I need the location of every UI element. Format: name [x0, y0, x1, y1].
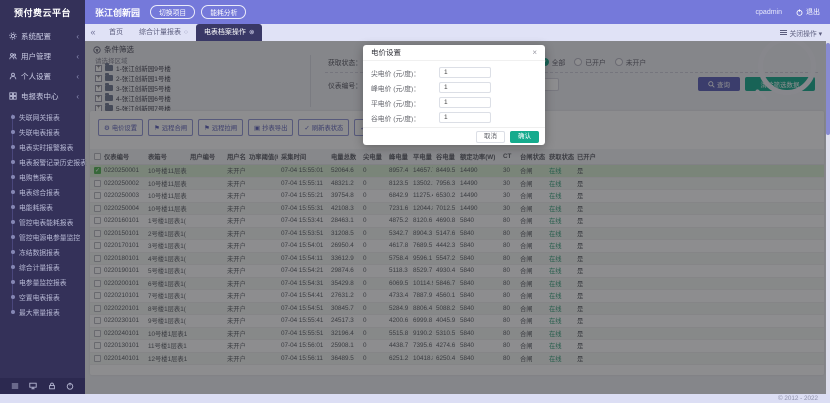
tab-label: 电表档案操作 — [204, 29, 246, 36]
tab-label: 首页 — [109, 29, 123, 36]
tab-state-icon[interactable]: ○ — [184, 29, 188, 36]
sidebar-item-空置电表报表[interactable]: 空置电表报表 — [0, 289, 85, 304]
scrollbar[interactable] — [826, 41, 830, 394]
sidebar-group-label: 电报表中心 — [21, 91, 76, 102]
tabs-scroll-left[interactable]: « — [85, 24, 101, 41]
sidebar-item-电购售报表[interactable]: 电购售报表 — [0, 169, 85, 184]
price-input-尖电价[interactable] — [439, 67, 491, 78]
close-operations-dropdown[interactable]: 关闭操作 ▾ — [780, 24, 830, 41]
sidebar-item-管控电源电参量监控[interactable]: 管控电源电参量监控 — [0, 229, 85, 244]
users-icon — [9, 52, 17, 60]
confirm-button[interactable]: 确认 — [510, 131, 539, 143]
price-input-谷电价[interactable] — [439, 112, 491, 123]
price-field-row: 尖电价 (元/度)： — [371, 65, 537, 80]
tab-综合计量报表[interactable]: 综合计量报表○ — [131, 24, 196, 41]
page-footer: © 2012 - 2022 — [0, 394, 830, 403]
power-icon — [796, 9, 803, 16]
top-header: 张江创新园 切换项目 能耗分析 cpadmin 退出 — [85, 0, 830, 24]
sidebar-item-电能耗报表[interactable]: 电能耗报表 — [0, 199, 85, 214]
sidebar-group-系统配置[interactable]: 系统配置‹ — [0, 26, 85, 46]
app-title: 预付费云平台 — [0, 0, 85, 26]
switch-project-button[interactable]: 切换项目 — [150, 5, 195, 19]
dialog-title: 电价设置 — [371, 47, 532, 58]
sidebar-group-label: 个人设置 — [21, 71, 76, 82]
sidebar: 预付费云平台 系统配置‹用户管理‹个人设置‹电报表中心‹ 失联网关报表失联电表报… — [0, 0, 85, 378]
price-field-label: 峰电价 (元/度)： — [371, 83, 439, 93]
sidebar-group-个人设置[interactable]: 个人设置‹ — [0, 66, 85, 86]
tabs: 首页综合计量报表○电表档案操作⊗ — [101, 24, 262, 41]
sidebar-group-label: 用户管理 — [21, 51, 76, 62]
price-field-row: 峰电价 (元/度)： — [371, 80, 537, 95]
power-icon[interactable] — [66, 382, 74, 390]
menu-icon[interactable] — [11, 382, 19, 390]
price-field-label: 谷电价 (元/度)： — [371, 113, 439, 123]
menu-icon — [11, 382, 19, 390]
sidebar-item-电表报警记录历史报表[interactable]: 电表报警记录历史报表 — [0, 154, 85, 169]
sidebar-item-电表实时报警报表[interactable]: 电表实时报警报表 — [0, 139, 85, 154]
sidebar-item-失联网关报表[interactable]: 失联网关报表 — [0, 109, 85, 124]
scrollbar-thumb[interactable] — [826, 43, 830, 135]
price-field-label: 平电价 (元/度)： — [371, 98, 439, 108]
dialog-body: 尖电价 (元/度)： 峰电价 (元/度)： 平电价 (元/度)： 谷电价 (元/度)： — [363, 61, 545, 125]
sidebar-item-综合计量报表[interactable]: 综合计量报表 — [0, 259, 85, 274]
logout-button[interactable]: 退出 — [796, 7, 820, 17]
sidebar-item-管控电表能耗报表[interactable]: 管控电表能耗报表 — [0, 214, 85, 229]
chevron-left-icon: ‹ — [76, 52, 79, 61]
gear-icon — [9, 32, 17, 40]
sidebar-item-电表综合报表[interactable]: 电表综合报表 — [0, 184, 85, 199]
grid-icon — [9, 92, 17, 100]
power-icon — [66, 382, 74, 390]
monitor-icon[interactable] — [29, 382, 37, 390]
close-icon[interactable]: × — [532, 48, 537, 57]
sidebar-group-电报表中心[interactable]: 电报表中心‹ — [0, 86, 85, 106]
sidebar-item-最大需量报表[interactable]: 最大需量报表 — [0, 304, 85, 319]
price-field-row: 平电价 (元/度)： — [371, 95, 537, 110]
app-window: 预付费云平台 系统配置‹用户管理‹个人设置‹电报表中心‹ 失联网关报表失联电表报… — [0, 0, 830, 403]
tab-bar: « 首页综合计量报表○电表档案操作⊗ 关闭操作 ▾ — [85, 24, 830, 41]
tab-电表档案操作[interactable]: 电表档案操作⊗ — [196, 24, 262, 41]
chevron-left-icon: ‹ — [76, 72, 79, 81]
price-field-row: 谷电价 (元/度)： — [371, 110, 537, 125]
cancel-button[interactable]: 取消 — [476, 131, 505, 143]
project-title: 张江创新园 — [95, 6, 140, 19]
sidebar-group-用户管理[interactable]: 用户管理‹ — [0, 46, 85, 66]
price-field-label: 尖电价 (元/度)： — [371, 68, 439, 78]
sidebar-group-label: 系统配置 — [21, 31, 76, 42]
current-user: cpadmin — [756, 9, 782, 16]
lock-icon[interactable] — [48, 382, 56, 390]
sidebar-bottom-bar — [0, 378, 85, 394]
sidebar-groups: 系统配置‹用户管理‹个人设置‹电报表中心‹ — [0, 26, 85, 106]
dialog-footer: 取消 确认 — [363, 127, 545, 145]
tab-label: 综合计量报表 — [139, 29, 181, 36]
monitor-icon — [29, 382, 37, 390]
user-icon — [9, 72, 17, 80]
sidebar-item-电参量监控报表[interactable]: 电参量监控报表 — [0, 274, 85, 289]
tab-close-icon[interactable]: ⊗ — [249, 29, 254, 36]
chevron-left-icon: ‹ — [76, 32, 79, 41]
sidebar-item-失联电表报表[interactable]: 失联电表报表 — [0, 124, 85, 139]
dialog-header: 电价设置 × — [363, 45, 545, 61]
chevron-left-icon: ‹ — [76, 92, 79, 101]
sidebar-item-冻结数据报表[interactable]: 冻结数据报表 — [0, 244, 85, 259]
price-settings-dialog: 电价设置 × 尖电价 (元/度)： 峰电价 (元/度)： 平电价 (元/度)： 谷电价… — [363, 45, 545, 145]
copyright: © 2012 - 2022 — [778, 394, 818, 403]
energy-analysis-button[interactable]: 能耗分析 — [201, 5, 246, 19]
menu-icon — [780, 29, 787, 36]
sidebar-submenu: 失联网关报表失联电表报表电表实时报警报表电表报警记录历史报表电购售报表电表综合报… — [0, 106, 85, 319]
price-input-平电价[interactable] — [439, 97, 491, 108]
price-input-峰电价[interactable] — [439, 82, 491, 93]
lock-icon — [48, 382, 56, 390]
tab-首页[interactable]: 首页 — [101, 24, 131, 41]
